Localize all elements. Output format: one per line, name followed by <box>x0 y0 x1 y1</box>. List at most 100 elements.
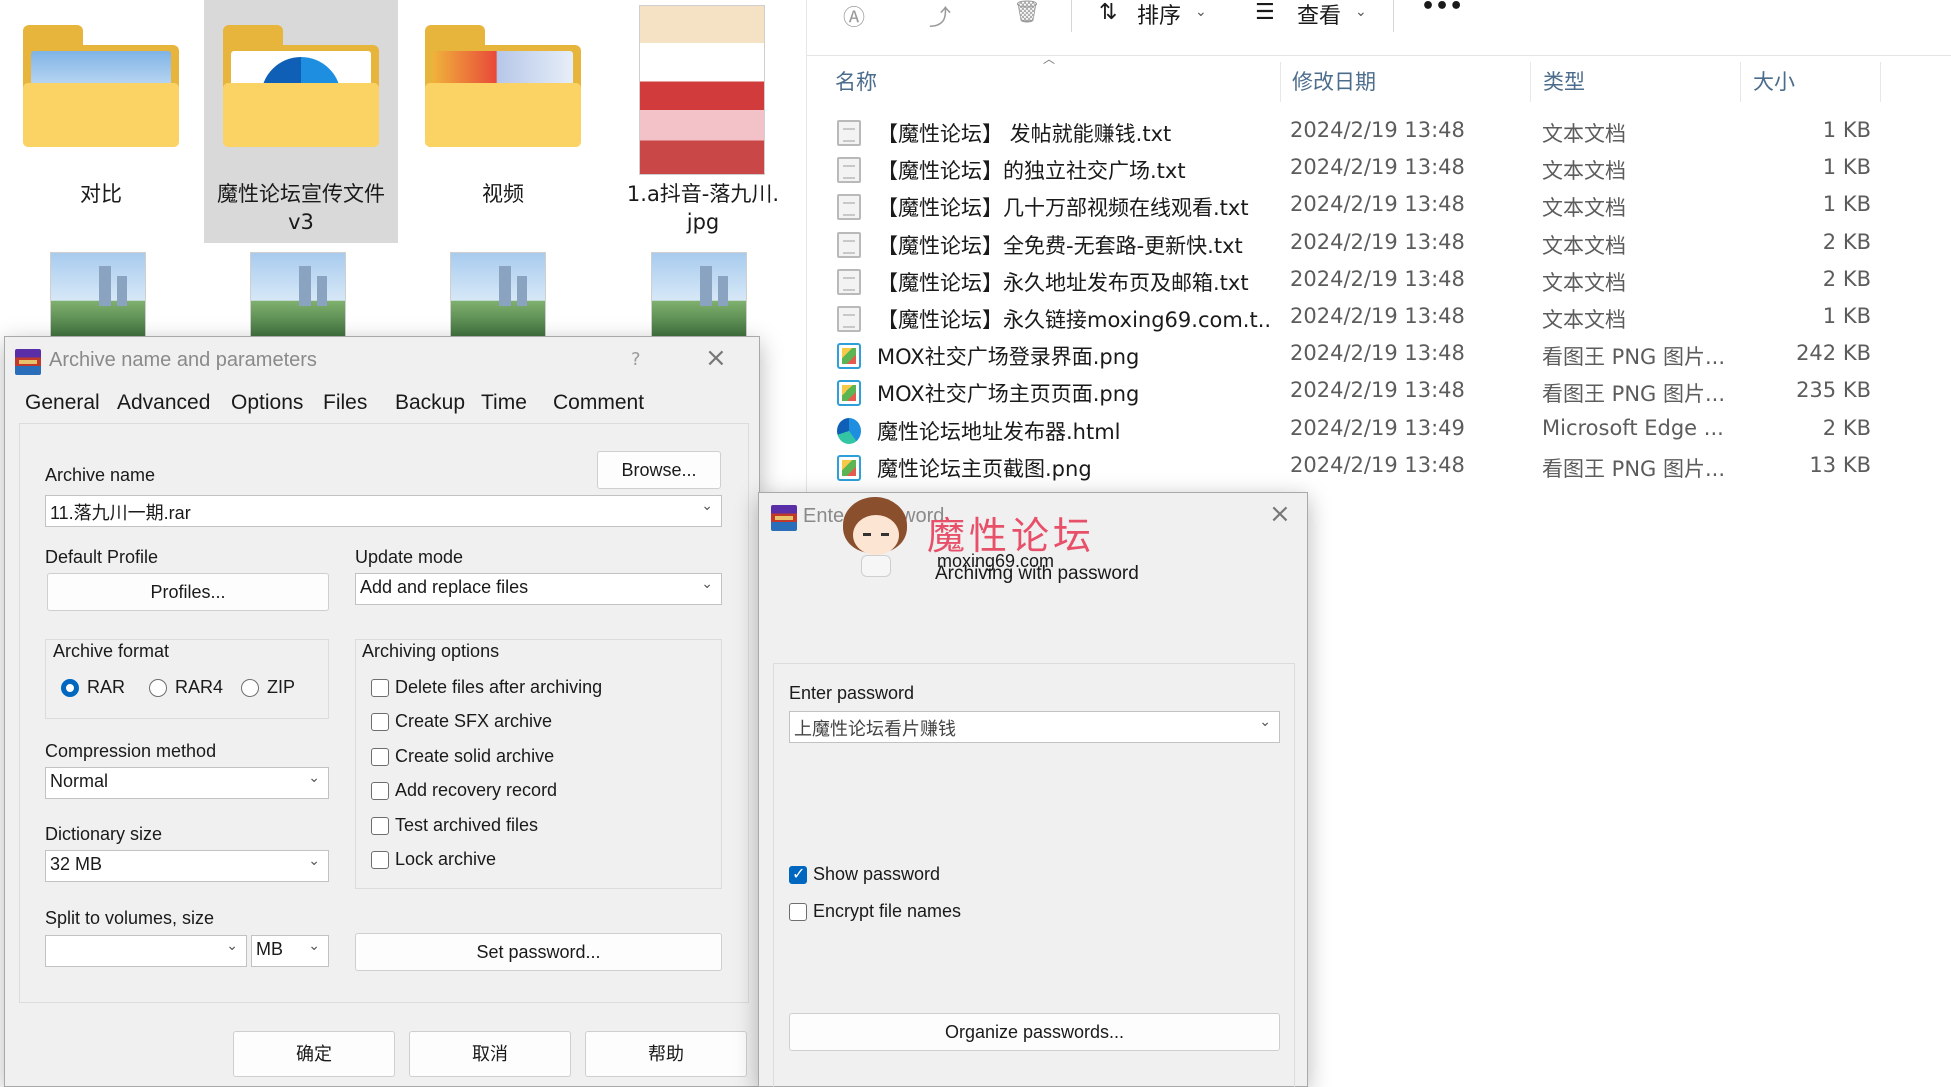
image-file-tile[interactable]: 1.a抖音-落九川. jpg <box>622 0 784 240</box>
update-mode-value: Add and replace files <box>360 577 529 597</box>
file-row[interactable]: 【魔性论坛】 发帖就能赚钱.txt 2024/2/19 13:48 文本文档 1 KB <box>837 114 1937 151</box>
checkbox-create-solid[interactable] <box>371 748 389 766</box>
checkbox-create-sfx[interactable] <box>371 713 389 731</box>
text-file-icon <box>837 157 861 184</box>
file-date: 2024/2/19 13:48 <box>1290 378 1465 403</box>
chevron-down-icon: ⌄ <box>226 937 238 953</box>
tab-files[interactable]: Files <box>323 391 367 415</box>
archive-name-combobox[interactable]: 11.落九川一期.rar ⌄ <box>45 495 722 527</box>
split-size-combobox[interactable]: ⌄ <box>45 935 247 967</box>
image-thumbnail <box>639 5 765 175</box>
radio-rar-label[interactable]: RAR <box>87 677 125 698</box>
image-thumbnail[interactable] <box>450 252 546 340</box>
rename-icon[interactable]: Ⓐ <box>843 0 865 32</box>
folder-tile[interactable]: 视频 <box>422 0 584 240</box>
compression-method-label: Compression method <box>45 741 217 761</box>
archive-format-label: Archive format <box>53 641 170 661</box>
column-header-name[interactable]: 名称 <box>835 66 877 96</box>
checkbox-recovery-record-label[interactable]: Add recovery record <box>395 780 557 801</box>
column-divider[interactable] <box>1880 62 1881 102</box>
tab-options[interactable]: Options <box>231 391 303 415</box>
view-icon[interactable]: ☰ <box>1255 0 1275 25</box>
checkbox-encrypt-names[interactable] <box>789 903 807 921</box>
dictionary-size-combobox[interactable]: 32 MB ⌄ <box>45 850 329 882</box>
tab-backup[interactable]: Backup <box>395 391 465 415</box>
column-header-size[interactable]: 大小 <box>1753 66 1795 96</box>
column-divider[interactable] <box>1740 62 1741 102</box>
radio-zip-label[interactable]: ZIP <box>267 677 295 698</box>
organize-passwords-button[interactable]: Organize passwords... <box>789 1013 1280 1051</box>
view-button[interactable]: 查看 <box>1297 0 1341 30</box>
file-row[interactable]: 魔性论坛主页截图.png 2024/2/19 13:48 看图王 PNG 图片...… <box>837 449 1937 486</box>
tab-time[interactable]: Time <box>481 391 527 415</box>
radio-rar4-label[interactable]: RAR4 <box>175 677 223 698</box>
file-row[interactable]: 魔性论坛地址发布器.html 2024/2/19 13:49 Microsoft E… <box>837 412 1937 449</box>
checkbox-create-solid-label[interactable]: Create solid archive <box>395 746 554 767</box>
chevron-down-icon: ⌄ <box>308 937 320 953</box>
sort-indicator-icon: ︿ <box>1043 52 1056 66</box>
password-value: 上魔性论坛看片赚钱 <box>794 719 956 739</box>
password-combobox[interactable]: 上魔性论坛看片赚钱 ⌄ <box>789 711 1280 743</box>
sort-icon[interactable]: ⇅ <box>1099 0 1117 25</box>
folder-label: 魔性论坛宣传文件 <box>217 182 385 206</box>
folder-tile-selected[interactable]: 魔性论坛宣传文件 v3 <box>204 0 398 243</box>
image-thumbnail[interactable] <box>50 252 146 340</box>
checkbox-show-password[interactable] <box>789 864 807 884</box>
image-thumbnail[interactable] <box>651 252 747 340</box>
file-row[interactable]: 【魔性论坛】的独立社交广场.txt 2024/2/19 13:48 文本文档 1 KB <box>837 151 1937 188</box>
checkbox-lock-archive[interactable] <box>371 851 389 869</box>
delete-icon[interactable]: 🗑 <box>1013 0 1041 25</box>
column-header-type[interactable]: 类型 <box>1543 66 1585 96</box>
help-button[interactable]: 帮助 <box>585 1031 747 1077</box>
sort-button[interactable]: 排序 <box>1137 0 1181 30</box>
browse-button[interactable]: Browse... <box>597 451 721 489</box>
checkbox-test-archived[interactable] <box>371 817 389 835</box>
cancel-button[interactable]: 取消 <box>409 1031 571 1077</box>
archive-name-label: Archive name <box>45 465 156 485</box>
checkbox-recovery-record[interactable] <box>371 782 389 800</box>
checkbox-test-archived-label[interactable]: Test archived files <box>395 815 538 836</box>
checkbox-show-password-label[interactable]: Show password <box>813 864 940 885</box>
radio-rar[interactable] <box>61 679 79 697</box>
image-thumbnail[interactable] <box>250 252 346 340</box>
column-header-date[interactable]: 修改日期 <box>1292 66 1376 96</box>
folder-icon <box>223 25 379 147</box>
tab-general[interactable]: General <box>25 391 100 415</box>
tab-comment[interactable]: Comment <box>553 391 644 415</box>
image-file-icon <box>837 454 861 481</box>
file-size: 13 KB <box>1809 452 1871 477</box>
file-row[interactable]: 【魔性论坛】几十万部视频在线观看.txt 2024/2/19 13:48 文本文档 1… <box>837 188 1937 225</box>
compression-method-combobox[interactable]: Normal ⌄ <box>45 767 329 799</box>
close-icon[interactable]: × <box>705 343 727 373</box>
file-row[interactable]: 【魔性论坛】全免费-无套路-更新快.txt 2024/2/19 13:48 文本文档… <box>837 226 1937 263</box>
close-icon[interactable]: × <box>1269 499 1291 529</box>
share-icon[interactable]: ⤴ <box>929 0 951 32</box>
ok-button[interactable]: 确定 <box>233 1031 395 1077</box>
chevron-down-icon: ⌄ <box>1195 4 1207 20</box>
text-file-icon <box>837 231 861 258</box>
column-divider[interactable] <box>1280 62 1281 102</box>
checkbox-delete-files-label[interactable]: Delete files after archiving <box>395 677 602 698</box>
set-password-button[interactable]: Set password... <box>355 933 722 971</box>
more-options-button[interactable]: ••• <box>1421 0 1463 19</box>
file-type: 文本文档 <box>1542 196 1626 221</box>
file-row[interactable]: 【魔性论坛】永久链接moxing69.com.t... 2024/2/19 13:… <box>837 300 1937 337</box>
file-row[interactable]: MOX社交广场登录界面.png 2024/2/19 13:48 看图王 PNG 图片… <box>837 337 1937 374</box>
column-divider[interactable] <box>1530 62 1531 102</box>
folder-tile[interactable]: 对比 <box>20 0 182 240</box>
checkbox-encrypt-names-label[interactable]: Encrypt file names <box>813 901 961 922</box>
tab-advanced[interactable]: Advanced <box>117 391 210 415</box>
file-row[interactable]: MOX社交广场主页页面.png 2024/2/19 13:48 看图王 PNG 图片… <box>837 374 1937 411</box>
radio-rar4[interactable] <box>149 679 167 697</box>
edge-icon <box>837 417 861 444</box>
checkbox-delete-files[interactable] <box>371 679 389 697</box>
file-row[interactable]: 【魔性论坛】永久地址发布页及邮箱.txt 2024/2/19 13:48 文本文档 2… <box>837 263 1937 300</box>
checkbox-lock-archive-label[interactable]: Lock archive <box>395 849 496 870</box>
help-icon[interactable]: ? <box>631 349 641 370</box>
update-mode-combobox[interactable]: Add and replace files ⌄ <box>355 573 722 605</box>
split-unit-combobox[interactable]: MB ⌄ <box>251 935 329 967</box>
file-label: 1.a抖音-落九川. <box>626 182 780 206</box>
checkbox-create-sfx-label[interactable]: Create SFX archive <box>395 711 552 732</box>
radio-zip[interactable] <box>241 679 259 697</box>
profiles-button[interactable]: Profiles... <box>47 573 329 611</box>
